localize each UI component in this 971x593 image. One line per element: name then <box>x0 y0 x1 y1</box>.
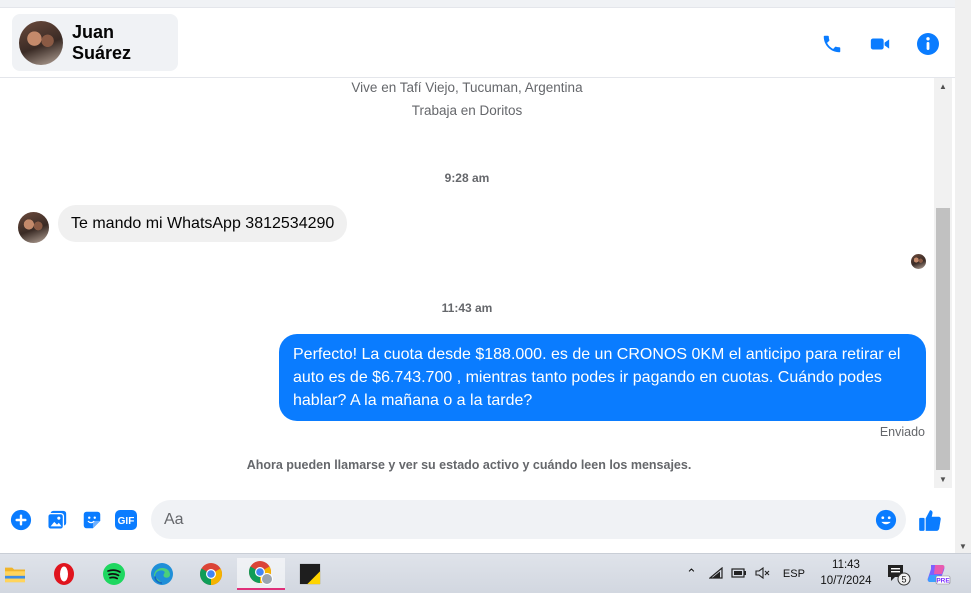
chat-header: Juan Suárez <box>0 8 955 78</box>
conversation-pane: Vive en Tafí Viejo, Tucuman, Argentina T… <box>0 78 934 490</box>
svg-text:GIF: GIF <box>118 516 135 527</box>
volume-muted-icon[interactable] <box>755 566 771 582</box>
edge-icon[interactable] <box>138 558 186 590</box>
conversation-scrollbar[interactable]: ▲ ▼ <box>934 78 952 488</box>
emoji-icon[interactable] <box>875 509 897 531</box>
sticky-notes-icon[interactable] <box>286 558 334 590</box>
wifi-icon[interactable] <box>708 566 723 582</box>
contact-card[interactable]: Juan Suárez <box>12 14 178 71</box>
message-composer: GIF <box>0 490 955 553</box>
system-tray: ⌃ ESP <box>686 554 805 593</box>
sender-avatar[interactable] <box>18 212 49 243</box>
scroll-thumb[interactable] <box>936 208 950 470</box>
message-input[interactable] <box>164 500 864 539</box>
file-explorer-icon[interactable] <box>0 558 39 590</box>
chevron-up-icon[interactable]: ⌃ <box>686 566 697 582</box>
plus-icon[interactable] <box>9 508 33 532</box>
contact-avatar[interactable] <box>19 20 63 65</box>
phone-icon[interactable] <box>818 30 846 58</box>
battery-icon[interactable] <box>731 567 747 582</box>
sticker-icon[interactable] <box>80 508 104 532</box>
contact-name[interactable]: Juan Suárez <box>72 22 178 64</box>
spotify-icon[interactable] <box>90 558 138 590</box>
chrome-icon[interactable] <box>187 558 235 590</box>
windows-taskbar: ⌃ ESP 11:43 10/7/2024 5 PRE <box>0 553 971 593</box>
chat-notice: Ahora pueden llamarse y ver su estado ac… <box>246 458 692 472</box>
chrome-profile-icon[interactable] <box>237 558 285 590</box>
input-language[interactable]: ESP <box>783 568 805 580</box>
system-clock[interactable]: 11:43 10/7/2024 <box>814 557 878 589</box>
clock-date: 10/7/2024 <box>820 575 872 587</box>
photo-icon[interactable] <box>45 508 69 532</box>
opera-icon[interactable] <box>40 558 88 590</box>
video-icon[interactable] <box>866 30 894 58</box>
gif-icon[interactable]: GIF <box>114 508 138 532</box>
outgoing-message[interactable]: Perfecto! La cuota desde $188.000. es de… <box>279 334 926 421</box>
window-top-edge <box>0 0 955 8</box>
info-icon[interactable] <box>914 30 942 58</box>
profile-work: Trabaja en Doritos <box>411 103 523 118</box>
message-status: Enviado <box>879 425 925 439</box>
profile-location: Vive en Tafí Viejo, Tucuman, Argentina <box>351 80 583 95</box>
timestamp: 9:28 am <box>444 171 490 185</box>
page-scrollbar[interactable]: ▼ <box>955 0 971 553</box>
incoming-message[interactable]: Te mando mi WhatsApp 3812534290 <box>58 205 348 242</box>
notifications-icon[interactable]: 5 <box>878 558 918 590</box>
svg-text:PRE: PRE <box>936 578 950 585</box>
scroll-up-arrow-icon[interactable]: ▲ <box>934 78 952 95</box>
timestamp: 11:43 am <box>441 301 493 315</box>
clock-time: 11:43 <box>832 559 860 571</box>
page-scroll-down-icon[interactable]: ▼ <box>959 542 967 551</box>
svg-text:5: 5 <box>901 575 906 585</box>
message-input-container[interactable] <box>151 500 906 539</box>
seen-indicator-avatar <box>911 254 926 269</box>
thumbs-up-icon[interactable] <box>917 507 943 533</box>
scroll-down-arrow-icon[interactable]: ▼ <box>934 471 952 488</box>
copilot-icon[interactable]: PRE <box>918 558 958 590</box>
